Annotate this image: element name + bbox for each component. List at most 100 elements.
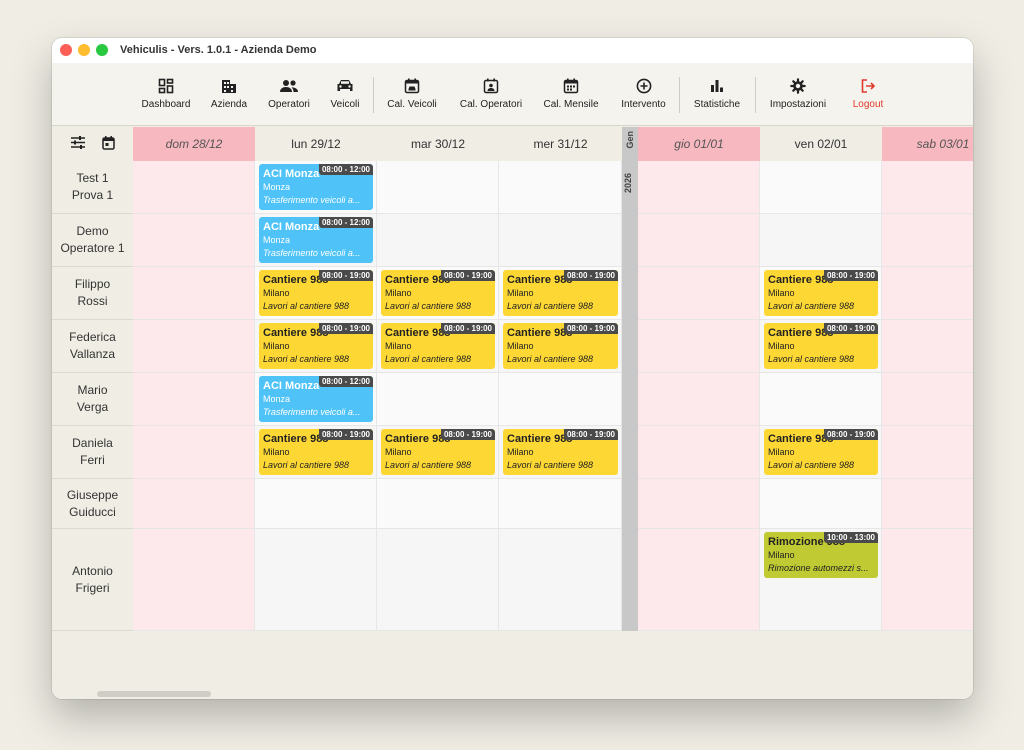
bottom-area <box>52 631 973 699</box>
azienda-button[interactable]: Azienda <box>206 63 252 126</box>
day-header[interactable]: mar 30/12 <box>377 127 499 161</box>
event-block[interactable]: ACI Monza Monza Trasferimento veicoli a...… <box>259 217 373 263</box>
statistiche-label: Statistiche <box>693 99 741 110</box>
impostazioni-button[interactable]: Impostazioni <box>765 63 831 126</box>
event-block[interactable]: Cantiere 988 Milano Lavori al cantiere 988… <box>259 323 373 369</box>
calendar-cell[interactable] <box>882 479 973 529</box>
calendar-cell[interactable] <box>499 529 622 631</box>
horizontal-scrollbar[interactable] <box>97 691 211 697</box>
calendar-cell[interactable] <box>499 214 622 267</box>
event-time: 08:00 - 12:00 <box>318 217 373 228</box>
event-block[interactable]: Cantiere 988 Milano Lavori al cantiere 988… <box>259 429 373 475</box>
calendar-cell[interactable] <box>882 426 973 479</box>
calendar-cell[interactable] <box>133 479 255 529</box>
calendar-cell[interactable] <box>133 161 255 214</box>
calendar-cell[interactable] <box>638 161 760 214</box>
event-block[interactable]: Cantiere 988 Milano Lavori al cantiere 988… <box>764 429 878 475</box>
calendar-cell[interactable] <box>638 529 760 631</box>
calendar-today-icon[interactable] <box>101 135 115 153</box>
dashboard-label: Dashboard <box>141 99 191 110</box>
event-block[interactable]: ACI Monza Monza Trasferimento veicoli a...… <box>259 164 373 210</box>
close-window-button[interactable] <box>60 44 72 56</box>
event-block[interactable]: Cantiere 988 Milano Lavori al cantiere 988… <box>503 429 618 475</box>
event-time: 08:00 - 19:00 <box>563 323 618 334</box>
calendar-cell[interactable] <box>882 529 973 631</box>
event-block[interactable]: Cantiere 988 Milano Lavori al cantiere 988… <box>764 270 878 316</box>
title-bar: Vehiculis - Vers. 1.0.1 - Azienda Demo <box>52 38 973 63</box>
event-city: Milano <box>385 288 412 298</box>
event-city: Monza <box>263 235 291 245</box>
calendar-cell[interactable] <box>638 479 760 529</box>
event-time: 08:00 - 19:00 <box>823 270 878 281</box>
event-block[interactable]: Cantiere 988 Milano Lavori al cantiere 988… <box>381 429 495 475</box>
event-block[interactable]: Cantiere 988 Milano Lavori al cantiere 988… <box>503 323 618 369</box>
calendar-cell[interactable] <box>760 214 882 267</box>
intervento-button[interactable]: Intervento <box>616 63 671 126</box>
day-header[interactable]: dom 28/12 <box>133 127 255 161</box>
calendar-cell[interactable] <box>882 267 973 320</box>
event-block[interactable]: ACI Monza Monza Trasferimento veicoli a...… <box>259 376 373 422</box>
calendar-cell[interactable] <box>499 161 622 214</box>
calendar-cell[interactable] <box>133 214 255 267</box>
veicoli-button[interactable]: Veicoli <box>326 63 364 126</box>
event-block[interactable]: Cantiere 988 Milano Lavori al cantiere 988… <box>764 323 878 369</box>
filter-sliders-icon[interactable] <box>70 136 85 152</box>
calendar-cell[interactable] <box>760 161 882 214</box>
event-block[interactable]: Cantiere 988 Milano Lavori al cantiere 988… <box>503 270 618 316</box>
statistiche-button[interactable]: Statistiche <box>689 63 745 126</box>
calendar-cell[interactable] <box>499 373 622 426</box>
calendar-cell[interactable] <box>377 479 499 529</box>
cal-operatori-button[interactable]: Cal. Operatori <box>451 63 531 126</box>
calendar-cell[interactable] <box>882 161 973 214</box>
calendar-cell[interactable] <box>377 161 499 214</box>
day-header[interactable]: ven 02/01 <box>760 127 882 161</box>
toolbar-separator <box>755 77 756 113</box>
calendar-cell[interactable] <box>760 479 882 529</box>
day-header[interactable]: lun 29/12 <box>255 127 377 161</box>
calendar-cell[interactable] <box>638 320 760 373</box>
day-header[interactable]: mer 31/12 <box>499 127 622 161</box>
day-header[interactable]: sab 03/01 <box>882 127 973 161</box>
event-block[interactable]: Cantiere 988 Milano Lavori al cantiere 988… <box>381 323 495 369</box>
calendar-cell[interactable] <box>638 373 760 426</box>
day-header[interactable]: gio 01/01 <box>638 127 760 161</box>
dashboard-button[interactable]: Dashboard <box>137 63 195 126</box>
calendar-cell[interactable] <box>499 479 622 529</box>
event-description: Trasferimento veicoli a... <box>263 248 361 258</box>
event-block[interactable]: Cantiere 988 Milano Lavori al cantiere 988… <box>259 270 373 316</box>
calendar-cell[interactable] <box>638 426 760 479</box>
event-block[interactable]: Cantiere 988 Milano Lavori al cantiere 988… <box>381 270 495 316</box>
cal-veicoli-button[interactable]: Cal. Veicoli <box>382 63 442 126</box>
event-city: Monza <box>263 182 291 192</box>
zoom-window-button[interactable] <box>96 44 108 56</box>
calendar-cell[interactable] <box>882 320 973 373</box>
calendar-cell[interactable] <box>377 214 499 267</box>
calendar-cell[interactable] <box>133 267 255 320</box>
calendar-cell[interactable] <box>133 426 255 479</box>
calendar-cell[interactable] <box>882 214 973 267</box>
calendar-cell[interactable] <box>255 479 377 529</box>
cal-mensile-button[interactable]: Cal. Mensile <box>538 63 604 126</box>
calendar-cell[interactable] <box>133 529 255 631</box>
calendar-cell[interactable] <box>377 529 499 631</box>
event-time: 08:00 - 19:00 <box>440 429 495 440</box>
calendar-cell[interactable] <box>133 373 255 426</box>
logout-button[interactable]: Logout <box>846 63 890 126</box>
event-time: 08:00 - 12:00 <box>318 376 373 387</box>
operatori-button[interactable]: Operatori <box>263 63 315 126</box>
event-description: Lavori al cantiere 988 <box>263 354 350 364</box>
calendar-cell[interactable] <box>638 214 760 267</box>
operator-name: Giuseppe Guiducci <box>52 479 133 529</box>
calendar-cell[interactable] <box>882 373 973 426</box>
calendar-cell[interactable] <box>760 373 882 426</box>
event-city: Milano <box>768 550 795 560</box>
event-city: Milano <box>263 288 290 298</box>
event-description: Lavori al cantiere 988 <box>768 460 855 470</box>
event-description: Lavori al cantiere 988 <box>385 301 472 311</box>
event-block[interactable]: Rimozione 988 Milano Rimozione automezzi s… <box>764 532 878 578</box>
minimize-window-button[interactable] <box>78 44 90 56</box>
calendar-cell[interactable] <box>638 267 760 320</box>
calendar-cell[interactable] <box>133 320 255 373</box>
calendar-cell[interactable] <box>377 373 499 426</box>
calendar-cell[interactable] <box>255 529 377 631</box>
